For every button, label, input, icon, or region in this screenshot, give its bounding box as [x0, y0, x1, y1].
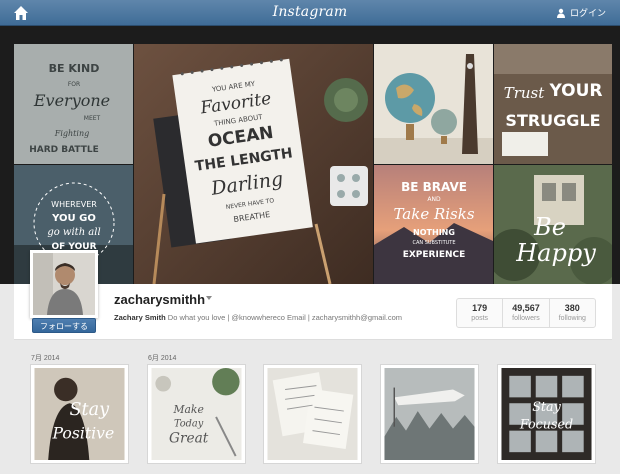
svg-text:Great: Great — [169, 430, 209, 446]
post-thumbnail[interactable]: Stay Focused — [497, 364, 596, 464]
svg-text:EXPERIENCE: EXPERIENCE — [403, 250, 466, 260]
banner-forest-post — [384, 368, 475, 460]
svg-text:BE BRAVE: BE BRAVE — [401, 180, 467, 194]
svg-text:WHEREVER: WHEREVER — [51, 200, 97, 209]
month-label: 6月 2014 — [148, 355, 177, 362]
svg-text:Stay: Stay — [532, 399, 561, 414]
svg-text:Stay: Stay — [69, 400, 110, 420]
avatar[interactable] — [30, 250, 98, 318]
be-kind-tile: BE KIND FOR Everyone MEET Fighting HARD … — [14, 44, 133, 164]
svg-text:YOUR: YOUR — [548, 81, 602, 101]
svg-text:YOU GO: YOU GO — [51, 213, 96, 224]
svg-text:Focused: Focused — [519, 417, 573, 432]
bio: Zachary Smith Do what you love | @knowwh… — [114, 313, 402, 322]
make-today-great-post: Make Today Great — [151, 368, 242, 460]
profile-header: フォローする zacharysmithh Zachary Smith Do wh… — [14, 250, 612, 340]
username[interactable]: zacharysmithh — [114, 292, 205, 307]
login-link[interactable]: ログイン — [556, 6, 606, 19]
svg-text:Happy: Happy — [515, 239, 596, 267]
svg-text:STRUGGLE: STRUGGLE — [505, 111, 600, 130]
svg-text:FOR: FOR — [68, 81, 80, 88]
user-icon — [556, 8, 565, 18]
svg-text:Trust: Trust — [504, 84, 546, 102]
stay-focused-post: Stay Focused — [501, 368, 592, 460]
stat-following[interactable]: 380 following — [550, 299, 595, 327]
notebook-lettering-tile: YOU ARE MY Favorite THING ABOUT OCEAN TH… — [134, 44, 373, 284]
top-nav-bar: Instagram ログイン — [0, 0, 620, 26]
month-label: 7月 2014 — [31, 355, 60, 362]
stat-value: 380 — [564, 303, 580, 313]
svg-text:CAN SUBSTITUTE: CAN SUBSTITUTE — [412, 240, 455, 246]
stat-label: posts — [471, 315, 489, 322]
globes-tile — [374, 44, 493, 164]
full-name: Zachary Smith — [114, 313, 166, 322]
be-brave-tile: BE BRAVE AND Take Risks NOTHING CAN SUBS… — [374, 165, 493, 284]
brand-logo[interactable]: Instagram — [0, 4, 620, 20]
svg-text:Make: Make — [173, 403, 204, 416]
svg-text:Fighting: Fighting — [54, 129, 89, 138]
svg-text:Take Risks: Take Risks — [393, 205, 474, 223]
post-thumbnail[interactable]: Make Today Great — [147, 364, 246, 464]
svg-text:NOTHING: NOTHING — [413, 228, 455, 237]
svg-text:Today: Today — [174, 419, 204, 430]
stat-followers[interactable]: 49,567 followers — [503, 299, 550, 327]
login-label: ログイン — [569, 8, 606, 18]
stat-posts[interactable]: 179 posts — [457, 299, 504, 327]
post-thumbnail[interactable] — [380, 364, 479, 464]
cover-collage: BE KIND FOR Everyone MEET Fighting HARD … — [14, 44, 612, 284]
post-thumbnail[interactable]: Stay Positive — [30, 364, 129, 464]
sketches-post — [267, 368, 358, 460]
stat-label: followers — [512, 315, 540, 322]
stat-label: following — [558, 315, 586, 322]
stat-value: 179 — [472, 303, 488, 313]
svg-text:AND: AND — [427, 196, 441, 203]
svg-text:go with all: go with all — [47, 227, 100, 238]
svg-text:MEET: MEET — [84, 115, 101, 122]
bio-text: Do what you love | @knowwhereco Email | … — [167, 313, 402, 322]
chevron-down-icon[interactable] — [206, 296, 212, 300]
svg-text:Everyone: Everyone — [33, 91, 110, 110]
stay-positive-post: Stay Positive — [34, 368, 125, 460]
follow-button[interactable]: フォローする — [32, 318, 96, 333]
svg-text:Be: Be — [533, 213, 566, 241]
stats-box: 179 posts 49,567 followers 380 following — [456, 298, 596, 328]
svg-text:Positive: Positive — [52, 423, 115, 442]
svg-text:HARD BATTLE: HARD BATTLE — [29, 145, 99, 155]
stat-value: 49,567 — [512, 303, 540, 313]
svg-text:BE KIND: BE KIND — [49, 62, 100, 75]
post-thumbnail[interactable] — [263, 364, 362, 464]
be-happy-tile: Be Happy — [494, 165, 612, 284]
trust-your-struggle-tile: Trust YOUR STRUGGLE — [494, 44, 612, 164]
